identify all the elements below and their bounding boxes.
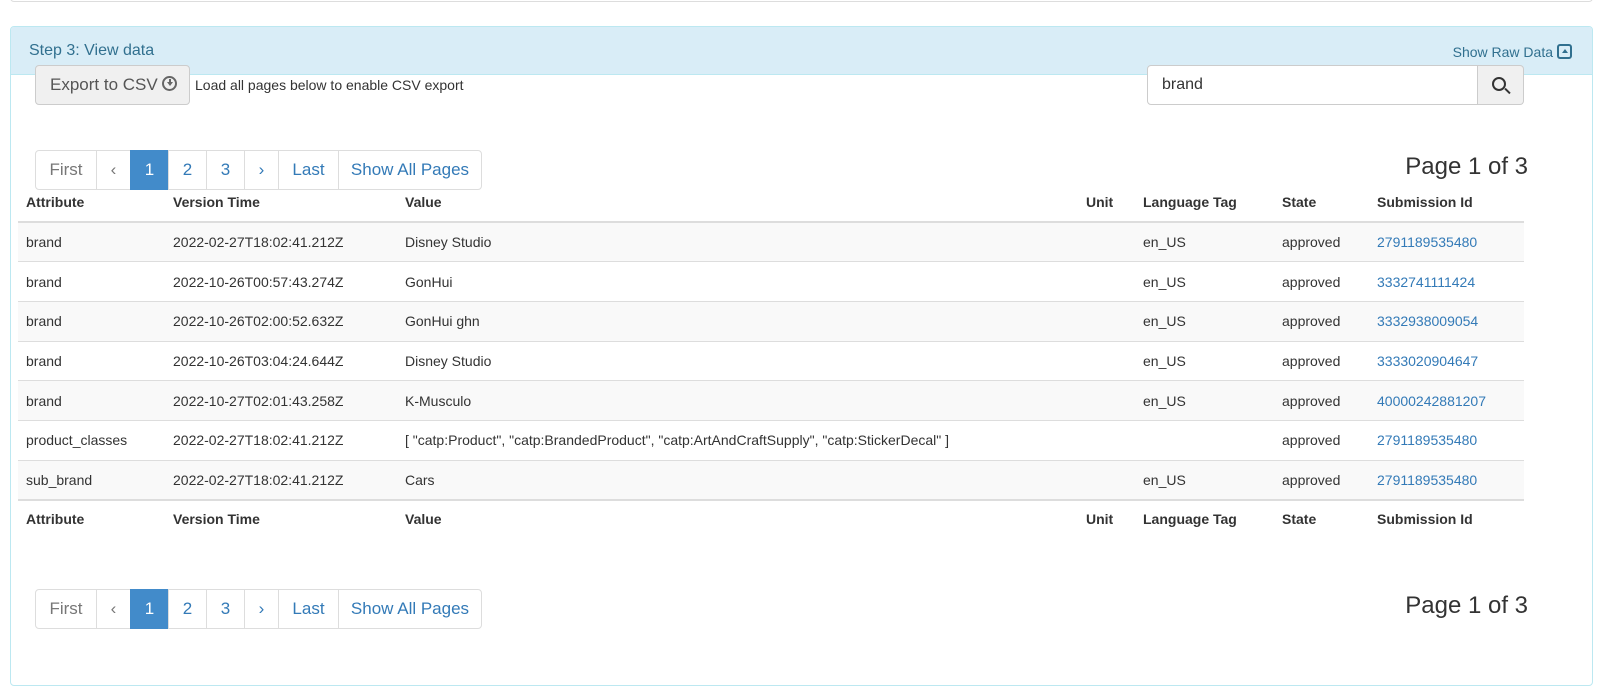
pagination-bottom: First ‹ 1 2 3 › Last Show All Pages	[35, 589, 482, 629]
page-first[interactable]: First	[35, 589, 97, 629]
page-last[interactable]: Last	[278, 589, 339, 629]
export-note: Load all pages below to enable CSV expor…	[195, 77, 464, 93]
table-row: brand 2022-10-26T02:00:52.632Z GonHui gh…	[18, 300, 1524, 342]
cell-state: approved	[1274, 300, 1369, 342]
cell-state: approved	[1274, 459, 1369, 500]
cell-attribute: product_classes	[18, 419, 165, 461]
footer-col-submission-id: Submission Id	[1369, 498, 1524, 538]
cell-submission-id-link[interactable]: 3333020904647	[1369, 340, 1524, 381]
cell-submission-id-link[interactable]: 40000242881207	[1369, 380, 1524, 421]
cell-state: approved	[1274, 340, 1369, 381]
collapse-up-icon[interactable]	[1557, 43, 1572, 59]
cell-version-time: 2022-02-27T18:02:41.212Z	[165, 419, 397, 461]
col-version-time[interactable]: Version Time	[165, 182, 397, 223]
cell-unit	[1078, 459, 1135, 500]
cell-submission-id-link[interactable]: 3332741111424	[1369, 261, 1524, 302]
search-input[interactable]	[1147, 65, 1478, 105]
cell-version-time: 2022-02-27T18:02:41.212Z	[165, 459, 397, 500]
footer-col-attribute: Attribute	[18, 498, 165, 538]
previous-panel-edge	[10, 0, 1593, 2]
footer-col-unit: Unit	[1078, 498, 1135, 538]
page-next[interactable]: ›	[244, 589, 279, 629]
page-1[interactable]: 1	[130, 589, 169, 629]
show-raw-data-label[interactable]: Show Raw Data	[1453, 44, 1553, 60]
cell-state: approved	[1274, 419, 1369, 461]
panel-title: Step 3: View data	[29, 42, 155, 59]
table-footer-row: Attribute Version Time Value Unit Langua…	[18, 498, 1524, 538]
page-info-top: Page 1 of 3	[1405, 153, 1528, 180]
cell-attribute: brand	[18, 300, 165, 342]
cell-value: K-Musculo	[397, 380, 1078, 421]
table-row: sub_brand 2022-02-27T18:02:41.212Z Cars …	[18, 459, 1524, 500]
cell-value: Disney Studio	[397, 340, 1078, 381]
search-group	[1147, 65, 1524, 105]
cell-language-tag: en_US	[1135, 300, 1274, 342]
table-row: brand 2022-10-27T02:01:43.258Z K-Musculo…	[18, 380, 1524, 421]
cell-language-tag	[1135, 419, 1274, 461]
footer-col-language-tag: Language Tag	[1135, 498, 1274, 538]
cell-state: approved	[1274, 261, 1369, 302]
cell-attribute: brand	[18, 380, 165, 421]
cell-version-time: 2022-10-27T02:01:43.258Z	[165, 380, 397, 421]
show-raw-data-link[interactable]: Show Raw Data	[1453, 43, 1572, 60]
cell-value: Disney Studio	[397, 221, 1078, 262]
cell-attribute: brand	[18, 221, 165, 262]
download-circle-icon[interactable]	[161, 75, 177, 91]
table-row: product_classes 2022-02-27T18:02:41.212Z…	[18, 419, 1524, 461]
cell-value: GonHui	[397, 261, 1078, 302]
search-button[interactable]	[1478, 65, 1524, 105]
cell-unit	[1078, 419, 1135, 461]
cell-version-time: 2022-10-26T02:00:52.632Z	[165, 300, 397, 342]
col-state[interactable]: State	[1274, 182, 1369, 223]
cell-unit	[1078, 261, 1135, 302]
data-table: Attribute Version Time Value Unit Langua…	[18, 182, 1524, 538]
cell-submission-id-link[interactable]: 2791189535480	[1369, 459, 1524, 500]
col-unit[interactable]: Unit	[1078, 182, 1135, 223]
col-attribute[interactable]: Attribute	[18, 182, 165, 223]
cell-submission-id-link[interactable]: 2791189535480	[1369, 221, 1524, 262]
show-all-pages[interactable]: Show All Pages	[338, 589, 482, 629]
table-row: brand 2022-10-26T00:57:43.274Z GonHui en…	[18, 261, 1524, 302]
cell-unit	[1078, 300, 1135, 342]
cell-attribute: brand	[18, 340, 165, 381]
page-2[interactable]: 2	[168, 589, 207, 629]
cell-language-tag: en_US	[1135, 261, 1274, 302]
page-3[interactable]: 3	[206, 589, 245, 629]
table-row: brand 2022-02-27T18:02:41.212Z Disney St…	[18, 221, 1524, 262]
footer-col-state: State	[1274, 498, 1369, 538]
cell-value: [ "catp:Product", "catp:BrandedProduct",…	[397, 419, 1078, 461]
cell-unit	[1078, 221, 1135, 262]
cell-version-time: 2022-10-26T00:57:43.274Z	[165, 261, 397, 302]
footer-col-value: Value	[397, 498, 1078, 538]
cell-state: approved	[1274, 380, 1369, 421]
col-value[interactable]: Value	[397, 182, 1078, 223]
cell-language-tag: en_US	[1135, 380, 1274, 421]
col-submission-id[interactable]: Submission Id	[1369, 182, 1524, 223]
table-row: brand 2022-10-26T03:04:24.644Z Disney St…	[18, 340, 1524, 381]
cell-attribute: brand	[18, 261, 165, 302]
cell-value: GonHui ghn	[397, 300, 1078, 342]
page-info-bottom: Page 1 of 3	[1405, 592, 1528, 619]
cell-state: approved	[1274, 221, 1369, 262]
cell-submission-id-link[interactable]: 2791189535480	[1369, 419, 1524, 461]
cell-submission-id-link[interactable]: 3332938009054	[1369, 300, 1524, 342]
cell-language-tag: en_US	[1135, 459, 1274, 500]
cell-language-tag: en_US	[1135, 340, 1274, 381]
col-language-tag[interactable]: Language Tag	[1135, 182, 1274, 223]
cell-value: Cars	[397, 459, 1078, 500]
page-prev[interactable]: ‹	[96, 589, 131, 629]
footer-col-version-time: Version Time	[165, 498, 397, 538]
cell-attribute: sub_brand	[18, 459, 165, 500]
cell-unit	[1078, 340, 1135, 381]
export-csv-label[interactable]: Export to CSV	[50, 75, 158, 95]
table-header-row: Attribute Version Time Value Unit Langua…	[18, 182, 1524, 223]
cell-version-time: 2022-02-27T18:02:41.212Z	[165, 221, 397, 262]
cell-unit	[1078, 380, 1135, 421]
export-csv-button[interactable]: Export to CSV	[35, 65, 190, 105]
search-icon-handle[interactable]	[1504, 87, 1511, 95]
cell-language-tag: en_US	[1135, 221, 1274, 262]
cell-version-time: 2022-10-26T03:04:24.644Z	[165, 340, 397, 381]
